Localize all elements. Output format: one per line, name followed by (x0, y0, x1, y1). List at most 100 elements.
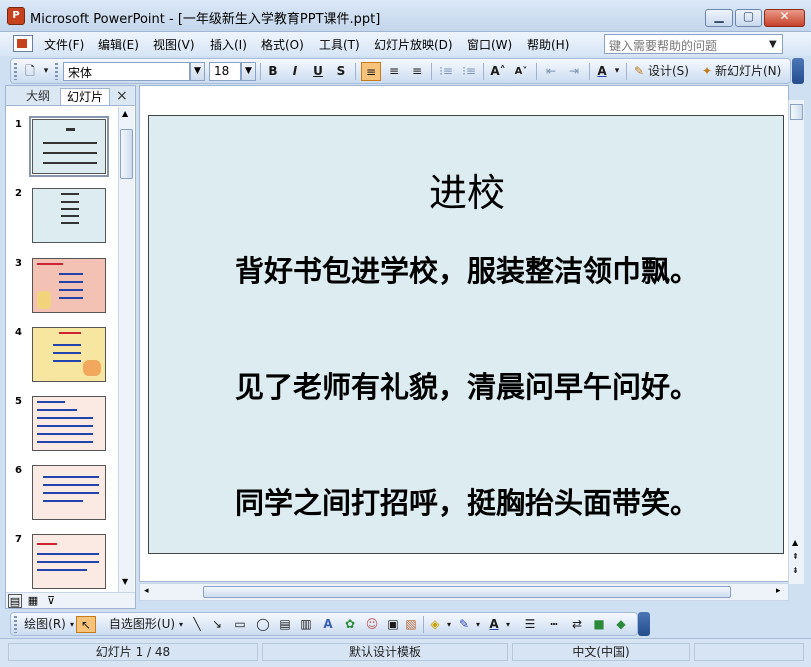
slide-thumbnail-5[interactable] (32, 396, 106, 451)
scroll-up-icon[interactable]: ▲ (122, 109, 128, 118)
menu-help[interactable]: 帮助(H) (527, 36, 569, 53)
clipart-icon[interactable]: ☺ (364, 616, 380, 633)
minimize-button[interactable]: ▁ (705, 9, 733, 27)
draw-menu-button[interactable]: 绘图(R) (20, 616, 70, 633)
3d-style-icon[interactable]: ◆ (613, 616, 629, 633)
picture-icon[interactable]: ▣ (385, 616, 401, 633)
chevron-down-icon[interactable]: ▾ (445, 616, 453, 633)
slide-text-line-2[interactable]: 见了老师有礼貌，清晨问早午问好。 (149, 364, 785, 406)
oval-icon[interactable]: ◯ (254, 616, 272, 633)
slide-thumbnail-6[interactable] (32, 465, 106, 520)
slide-thumbnail-7[interactable] (32, 534, 106, 589)
menu-window[interactable]: 窗口(W) (467, 36, 512, 53)
current-slide[interactable]: 进校 背好书包进学校，服装整洁领巾飘。 见了老师有礼貌，清晨问早午问好。 同学之… (148, 115, 784, 554)
line-style-icon[interactable]: ☰ (521, 616, 539, 633)
line-icon[interactable]: ╲ (189, 616, 205, 633)
maximize-button[interactable]: ▢ (735, 9, 762, 27)
menu-tools[interactable]: 工具(T) (319, 36, 360, 53)
textbox-icon[interactable]: ▤ (277, 616, 293, 633)
decrease-indent-icon[interactable]: ⇤ (541, 62, 561, 81)
scroll-down-icon[interactable]: ▼ (122, 577, 128, 586)
slide-thumbnail-4[interactable] (32, 327, 106, 382)
chevron-down-icon[interactable]: ▾ (612, 62, 622, 81)
underline-button[interactable]: U (309, 62, 327, 81)
document-icon[interactable] (13, 35, 33, 52)
vertical-scrollbar[interactable]: ▲ ⇞ ⇟ (788, 100, 804, 584)
horizontal-scroll-thumb[interactable] (203, 586, 731, 598)
font-size-select[interactable]: 18 (209, 62, 241, 81)
pane-vertical-scrollbar[interactable]: ▲ ▼ (118, 107, 134, 592)
chevron-down-icon[interactable]: ▼ (190, 62, 205, 81)
insert-picture-icon[interactable]: ▧ (403, 616, 419, 633)
wordart-icon[interactable]: A (320, 616, 336, 633)
font-color-icon[interactable]: A (486, 616, 502, 633)
numbered-list-icon[interactable]: ⁝≡ (436, 62, 456, 81)
scroll-left-icon[interactable]: ◂ (144, 586, 149, 596)
increase-font-icon[interactable]: A˄ (488, 62, 508, 81)
bullet-list-icon[interactable]: ⁝≡ (459, 62, 479, 81)
chevron-down-icon[interactable]: ▼ (241, 62, 256, 81)
design-button[interactable]: 设计(S) (648, 62, 698, 81)
shadow-button[interactable]: S (332, 62, 350, 81)
scroll-right-icon[interactable]: ▸ (776, 586, 781, 596)
menu-slideshow[interactable]: 幻灯片放映(D) (374, 36, 453, 53)
new-document-icon[interactable]: 🗋 (21, 62, 39, 81)
pane-scroll-thumb[interactable] (120, 129, 133, 179)
bold-button[interactable]: B (264, 62, 282, 81)
next-slide-icon[interactable]: ⇟ (792, 566, 799, 575)
menu-insert[interactable]: 插入(I) (210, 36, 247, 53)
chevron-down-icon[interactable]: ▾ (474, 616, 482, 633)
chevron-down-icon[interactable]: ▾ (68, 616, 76, 633)
previous-slide-icon[interactable]: ⇞ (792, 552, 799, 561)
font-name-select[interactable]: 宋体 (63, 62, 190, 81)
tab-outline[interactable]: 大纲 (16, 88, 60, 105)
toolbar-options-icon[interactable] (638, 612, 650, 636)
decrease-font-icon[interactable]: A˅ (511, 62, 531, 81)
line-color-icon[interactable]: ✎ (456, 616, 472, 633)
new-slide-button[interactable]: 新幻灯片(N) (715, 62, 791, 81)
align-right-icon[interactable]: ≡ (407, 62, 427, 81)
slide-text-line-1[interactable]: 背好书包进学校，服装整洁领巾飘。 (149, 248, 785, 290)
toolbar-grip[interactable] (55, 63, 58, 80)
autoshapes-menu-button[interactable]: 自选图形(U) (106, 616, 178, 633)
dash-style-icon[interactable]: ┅ (545, 616, 563, 633)
fill-color-icon[interactable]: ◈ (427, 616, 443, 633)
align-left-icon[interactable]: ≡ (361, 62, 381, 81)
close-window-button[interactable]: ✕ (764, 9, 805, 27)
chevron-down-icon[interactable]: ▾ (177, 616, 185, 633)
diagram-icon[interactable]: ✿ (342, 616, 358, 633)
menu-view[interactable]: 视图(V) (153, 36, 195, 53)
arrow-style-icon[interactable]: ⇄ (568, 616, 586, 633)
chevron-down-icon[interactable]: ▾ (41, 62, 51, 81)
powerpoint-app-icon[interactable]: P (7, 7, 25, 25)
rectangle-icon[interactable]: ▭ (231, 616, 249, 633)
tab-slides[interactable]: 幻灯片 (60, 88, 110, 105)
slide-thumbnail-2[interactable] (32, 188, 106, 243)
chevron-down-icon[interactable]: ▾ (504, 616, 512, 633)
slide-thumbnail-3[interactable] (32, 258, 106, 313)
menu-file[interactable]: 文件(F) (44, 36, 84, 53)
new-slide-icon[interactable]: ✦ (699, 62, 715, 81)
normal-view-icon[interactable]: ▤ (8, 594, 22, 608)
slide-text-line-3[interactable]: 同学之间打招呼，挺胸抬头面带笑。 (149, 480, 785, 522)
arrow-icon[interactable]: ↘ (209, 616, 225, 633)
italic-button[interactable]: I (286, 62, 304, 81)
menu-edit[interactable]: 编辑(E) (98, 36, 139, 53)
vertical-scroll-thumb[interactable] (790, 104, 803, 120)
close-pane-icon[interactable]: × (116, 88, 128, 104)
select-objects-icon[interactable]: ↖ (76, 616, 96, 633)
slide-title[interactable]: 进校 (149, 162, 785, 217)
horizontal-scrollbar[interactable]: ◂ ▸ (139, 583, 789, 601)
slide-sorter-view-icon[interactable]: ▦ (26, 594, 40, 608)
chevron-down-icon[interactable]: ▼ (769, 39, 777, 50)
slide-thumbnail-1[interactable] (29, 116, 109, 177)
slideshow-view-icon[interactable]: ⊽ (44, 594, 58, 608)
shadow-style-icon[interactable]: ■ (591, 616, 607, 633)
design-icon[interactable]: ✎ (631, 62, 647, 81)
scroll-up-icon[interactable]: ▲ (792, 538, 798, 547)
help-search-input[interactable]: 键入需要帮助的问题 (604, 34, 783, 54)
font-color-icon[interactable]: A (593, 62, 611, 81)
increase-indent-icon[interactable]: ⇥ (564, 62, 584, 81)
menu-format[interactable]: 格式(O) (261, 36, 304, 53)
toolbar-grip[interactable] (14, 616, 17, 633)
